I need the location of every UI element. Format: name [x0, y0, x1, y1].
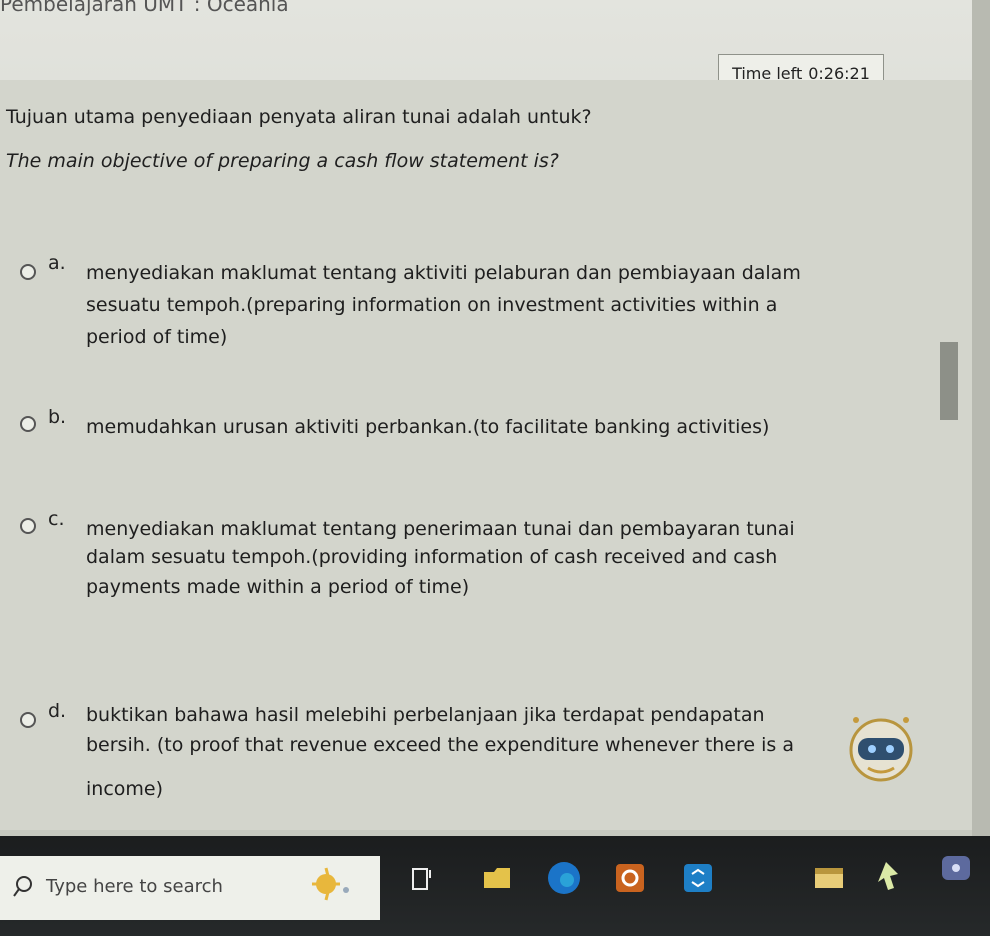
option-a-line-1: menyediakan maklumat tentang aktiviti pe… — [86, 262, 801, 284]
option-c-line-1: menyediakan maklumat tentang penerimaan … — [86, 518, 795, 540]
option-d-line-1: buktikan bahawa hasil melebihi perbelanj… — [86, 704, 765, 726]
office-icon[interactable] — [612, 860, 648, 900]
notification-icon[interactable] — [938, 852, 974, 890]
answer-option-d[interactable]: d. buktikan bahawa hasil melebihi perbel… — [0, 700, 960, 824]
app-icon[interactable] — [680, 860, 716, 900]
chatbot-icon[interactable] — [846, 712, 916, 788]
quiz-page: Pembelajaran UMT : Oceania Time left 0:2… — [0, 0, 990, 936]
question-text-english: The main objective of preparing a cash f… — [6, 150, 559, 172]
option-letter-b: b. — [48, 406, 67, 428]
cursor-app-icon[interactable] — [876, 858, 906, 902]
scrollbar-thumb[interactable] — [940, 342, 958, 420]
course-title: Pembelajaran UMT : Oceania — [0, 0, 289, 16]
search-icon — [12, 874, 36, 902]
option-c-line-2: dalam sesuatu tempoh.(providing informat… — [86, 546, 778, 568]
task-view-icon[interactable] — [410, 866, 434, 896]
option-d-line-3: income) — [86, 778, 164, 800]
weather-icon[interactable] — [290, 864, 360, 912]
option-letter-d: d. — [48, 700, 67, 722]
answer-option-c[interactable]: c. menyediakan maklumat tentang penerima… — [0, 508, 960, 632]
edge-icon[interactable] — [546, 860, 582, 900]
file-explorer-icon[interactable] — [480, 862, 514, 896]
taskbar-search-box[interactable]: Type here to search — [0, 856, 380, 920]
question-text-malay: Tujuan utama penyediaan penyata aliran t… — [6, 106, 592, 128]
radio-button-b[interactable] — [20, 416, 36, 432]
option-letter-a: a. — [48, 252, 66, 274]
search-placeholder: Type here to search — [46, 876, 223, 897]
option-c-line-3: payments made within a period of time) — [86, 576, 470, 598]
question-panel: Tujuan utama penyediaan penyata aliran t… — [0, 80, 972, 830]
radio-button-c[interactable] — [20, 518, 36, 534]
option-d-line-2: bersih. (to proof that revenue exceed th… — [86, 734, 794, 756]
option-a-line-2: sesuatu tempoh.(preparing information on… — [86, 294, 778, 316]
radio-button-a[interactable] — [20, 264, 36, 280]
option-b-line-1: memudahkan urusan aktiviti perbankan.(to… — [86, 416, 770, 438]
radio-button-d[interactable] — [20, 712, 36, 728]
option-letter-c: c. — [48, 508, 65, 530]
option-a-line-3: period of time) — [86, 326, 228, 348]
answer-option-b[interactable]: b. memudahkan urusan aktiviti perbankan.… — [0, 406, 960, 528]
page-scrollbar[interactable] — [972, 0, 990, 836]
answer-option-a[interactable]: a. menyediakan maklumat tentang aktiviti… — [0, 252, 960, 372]
store-icon[interactable] — [812, 862, 846, 896]
